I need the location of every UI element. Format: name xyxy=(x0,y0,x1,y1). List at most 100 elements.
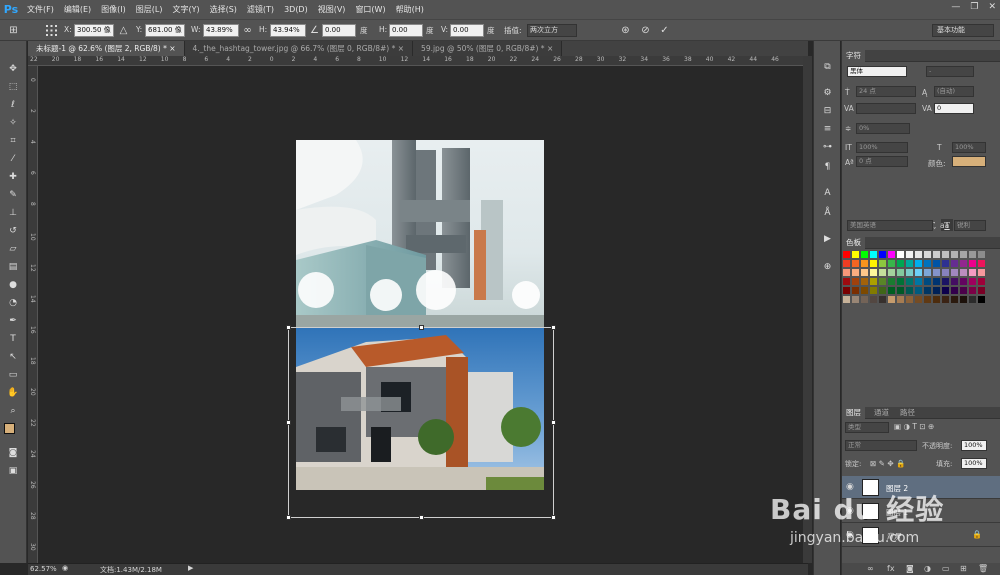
eyedropper-tool-icon[interactable]: ⁄ xyxy=(5,151,21,166)
new-layer-icon[interactable]: ⊞ xyxy=(960,564,967,573)
color-swatch[interactable] xyxy=(861,260,868,267)
vskew-field[interactable]: 0.00 xyxy=(450,24,484,37)
color-swatch[interactable] xyxy=(969,251,976,258)
leading-field[interactable]: (自动) xyxy=(934,86,974,97)
transform-handle-bottom-right[interactable] xyxy=(551,515,556,520)
color-swatch[interactable] xyxy=(906,260,913,267)
color-swatch[interactable] xyxy=(843,251,850,258)
color-swatch[interactable] xyxy=(924,296,931,303)
color-swatch[interactable] xyxy=(924,260,931,267)
styles-panel-icon[interactable]: ⊟ xyxy=(820,103,835,118)
baseline-field[interactable]: 0 点 xyxy=(856,156,908,167)
color-swatch[interactable] xyxy=(924,251,931,258)
color-swatch[interactable] xyxy=(942,278,949,285)
minimize-button[interactable]: — xyxy=(951,2,960,12)
lock-icons[interactable]: ⊠ ✎ ✥ 🔒 xyxy=(870,459,905,468)
color-swatch[interactable] xyxy=(861,269,868,276)
color-swatch[interactable] xyxy=(852,251,859,258)
transform-handle-bottom[interactable] xyxy=(419,515,424,520)
tab-close-icon[interactable]: × xyxy=(169,44,175,53)
color-swatch[interactable] xyxy=(843,296,850,303)
color-swatch[interactable] xyxy=(933,278,940,285)
adjustments-panel-icon[interactable]: ⚙ xyxy=(820,85,835,100)
tab-character[interactable]: 字符 xyxy=(842,50,865,62)
color-swatch[interactable] xyxy=(870,287,877,294)
menu-window[interactable]: 窗口(W) xyxy=(350,0,390,19)
foreground-color-swatch[interactable] xyxy=(4,423,15,434)
color-swatch[interactable] xyxy=(843,278,850,285)
color-swatch[interactable] xyxy=(870,260,877,267)
color-swatch[interactable] xyxy=(870,278,877,285)
color-swatch[interactable] xyxy=(897,251,904,258)
transform-handle-top-left[interactable] xyxy=(286,325,291,330)
healing-brush-icon[interactable]: ✚ xyxy=(5,169,21,184)
paragraph-panel-icon[interactable]: ¶ xyxy=(820,159,835,174)
close-button[interactable]: ✕ xyxy=(988,2,996,12)
color-swatch[interactable] xyxy=(852,269,859,276)
color-swatch[interactable] xyxy=(960,260,967,267)
tool-presets-icon[interactable]: ⊕ xyxy=(820,259,835,274)
color-swatch[interactable] xyxy=(906,269,913,276)
height-field[interactable]: 43.94% xyxy=(270,24,306,37)
tab-document-1[interactable]: 未标题-1 @ 62.6% (图层 2, RGB/8) * × xyxy=(28,41,185,56)
gradient-tool-icon[interactable]: ▤ xyxy=(5,259,21,274)
cancel-transform-icon[interactable]: ⊘ xyxy=(638,23,653,38)
color-swatch[interactable] xyxy=(861,278,868,285)
color-swatch[interactable] xyxy=(852,278,859,285)
reference-point-icon[interactable] xyxy=(44,23,59,38)
relative-position-icon[interactable]: △ xyxy=(116,23,131,38)
menu-edit[interactable]: 编辑(E) xyxy=(59,0,96,19)
character-styles-icon[interactable]: A xyxy=(820,185,835,200)
screen-mode-icon[interactable]: ▣ xyxy=(5,463,21,478)
tab-close-icon[interactable]: × xyxy=(547,44,553,53)
color-swatch[interactable] xyxy=(897,278,904,285)
transform-handle-right[interactable] xyxy=(551,420,556,425)
color-swatch[interactable] xyxy=(933,287,940,294)
color-swatch[interactable] xyxy=(915,278,922,285)
layer-style-icon[interactable]: fx xyxy=(887,564,895,573)
color-swatch[interactable] xyxy=(942,296,949,303)
link-layers-icon[interactable]: ∞ xyxy=(867,564,874,573)
add-mask-icon[interactable]: ◙ xyxy=(906,564,914,573)
color-swatch[interactable] xyxy=(843,287,850,294)
color-swatch[interactable] xyxy=(879,278,886,285)
angle-field[interactable]: 0.00 xyxy=(322,24,356,37)
color-swatch[interactable] xyxy=(906,251,913,258)
tab-close-icon[interactable]: × xyxy=(398,44,404,53)
color-swatch[interactable] xyxy=(879,287,886,294)
color-swatch[interactable] xyxy=(861,251,868,258)
menu-select[interactable]: 选择(S) xyxy=(205,0,242,19)
interpolation-select[interactable]: 两次立方 xyxy=(527,24,577,37)
rectangle-tool-icon[interactable]: ▭ xyxy=(5,367,21,382)
color-swatch[interactable] xyxy=(933,260,940,267)
color-swatch[interactable] xyxy=(942,260,949,267)
color-swatch[interactable] xyxy=(933,269,940,276)
color-swatch[interactable] xyxy=(861,287,868,294)
tab-document-3[interactable]: 59.jpg @ 50% (图层 0, RGB/8#) * × xyxy=(413,41,563,56)
color-swatch[interactable] xyxy=(843,269,850,276)
transform-handle-top[interactable] xyxy=(419,325,424,330)
color-swatch[interactable] xyxy=(888,269,895,276)
color-swatch[interactable] xyxy=(960,269,967,276)
lasso-tool-icon[interactable]: ℓ xyxy=(5,97,21,112)
font-family-select[interactable]: 黑体 xyxy=(847,66,907,77)
color-swatch[interactable] xyxy=(879,296,886,303)
status-menu-arrow-icon[interactable]: ▶ xyxy=(188,564,193,572)
brush-tool-icon[interactable]: ✎ xyxy=(5,187,21,202)
clone-stamp-icon[interactable]: ⊥ xyxy=(5,205,21,220)
color-swatch[interactable] xyxy=(951,251,958,258)
color-swatch[interactable] xyxy=(897,269,904,276)
transform-handle-left[interactable] xyxy=(286,420,291,425)
color-swatch[interactable] xyxy=(969,278,976,285)
color-swatch[interactable] xyxy=(861,296,868,303)
zoom-tool-icon[interactable]: ⌕ xyxy=(5,403,21,418)
blend-mode-select[interactable]: 正常 xyxy=(845,440,917,451)
color-swatch[interactable] xyxy=(906,287,913,294)
adjustment-layer-icon[interactable]: ◑ xyxy=(924,564,931,573)
horizontal-scale-field[interactable]: 100% xyxy=(952,142,986,153)
color-swatch[interactable] xyxy=(951,260,958,267)
warp-icon[interactable]: ⊛ xyxy=(618,23,633,38)
link-icon[interactable]: ∞ xyxy=(240,23,255,38)
color-swatch[interactable] xyxy=(978,269,985,276)
color-swatch[interactable] xyxy=(933,296,940,303)
